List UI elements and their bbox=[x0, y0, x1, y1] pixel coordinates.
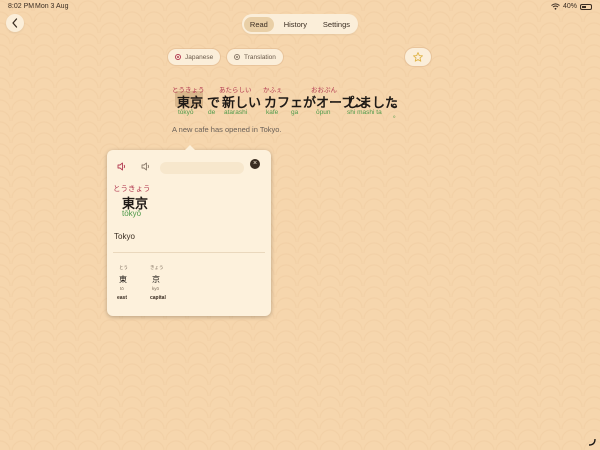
status-time: 8:02 PM bbox=[8, 3, 35, 10]
translation-toggle[interactable]: Translation bbox=[227, 49, 283, 65]
tab-read[interactable]: Read bbox=[243, 16, 274, 32]
popover-romaji: tōkyō bbox=[122, 209, 142, 218]
back-button[interactable] bbox=[6, 14, 24, 32]
kanji-furigana: きょう bbox=[150, 265, 164, 270]
popover-arrow bbox=[184, 145, 196, 151]
close-icon[interactable]: × bbox=[250, 159, 260, 169]
battery-icon bbox=[580, 3, 592, 10]
tab-history[interactable]: History bbox=[278, 17, 313, 32]
favorite-button[interactable] bbox=[405, 48, 431, 66]
radio-icon bbox=[234, 54, 240, 60]
kanji-char[interactable]: 京 bbox=[152, 274, 160, 285]
romaji-ga: ga bbox=[291, 109, 299, 116]
translation-text: A new cafe has opened in Tokyo. bbox=[172, 125, 282, 134]
translation-toggle-label: Translation bbox=[244, 53, 276, 61]
romaji-kafe: kafe bbox=[266, 109, 279, 116]
kanji-romaji: tō bbox=[120, 286, 124, 291]
wifi-icon bbox=[551, 3, 560, 10]
popover-meaning: Tokyo bbox=[114, 232, 135, 241]
popover-divider bbox=[113, 252, 265, 253]
star-icon bbox=[413, 52, 423, 62]
speaker-icon bbox=[117, 162, 126, 170]
romaji-period: 。 bbox=[393, 112, 400, 119]
play-slow-audio-button[interactable] bbox=[138, 158, 154, 174]
chevron-left-icon bbox=[12, 18, 18, 28]
romaji-opun: ōpun bbox=[316, 109, 331, 116]
resize-corner-icon bbox=[588, 438, 596, 446]
audio-progress-bar bbox=[160, 162, 244, 174]
nav-tabs: Read History Settings bbox=[242, 14, 358, 34]
battery-percent: 40% bbox=[562, 3, 577, 10]
kanji-romaji: kyō bbox=[152, 286, 160, 291]
tab-settings[interactable]: Settings bbox=[317, 17, 356, 32]
romaji-shimashita: shi mashi ta bbox=[347, 109, 382, 116]
romaji-tokyo: tōkyō bbox=[178, 109, 194, 116]
kanji-furigana: とう bbox=[119, 265, 128, 270]
japanese-toggle[interactable]: Japanese bbox=[168, 49, 221, 65]
slow-speaker-icon bbox=[141, 162, 150, 170]
kanji-char[interactable]: 東 bbox=[119, 274, 127, 285]
play-audio-button[interactable] bbox=[114, 158, 130, 174]
romaji-de: de bbox=[208, 109, 216, 116]
romaji-atarashi: atarashi bbox=[224, 109, 248, 116]
word-ga[interactable]: が bbox=[303, 92, 316, 111]
status-indicators: 40% bbox=[551, 3, 592, 10]
kanji-meaning: capital bbox=[150, 295, 166, 301]
radio-icon bbox=[175, 54, 181, 60]
status-date: Mon 3 Aug bbox=[35, 3, 69, 10]
japanese-toggle-label: Japanese bbox=[185, 53, 214, 61]
kanji-meaning: east bbox=[117, 295, 128, 301]
